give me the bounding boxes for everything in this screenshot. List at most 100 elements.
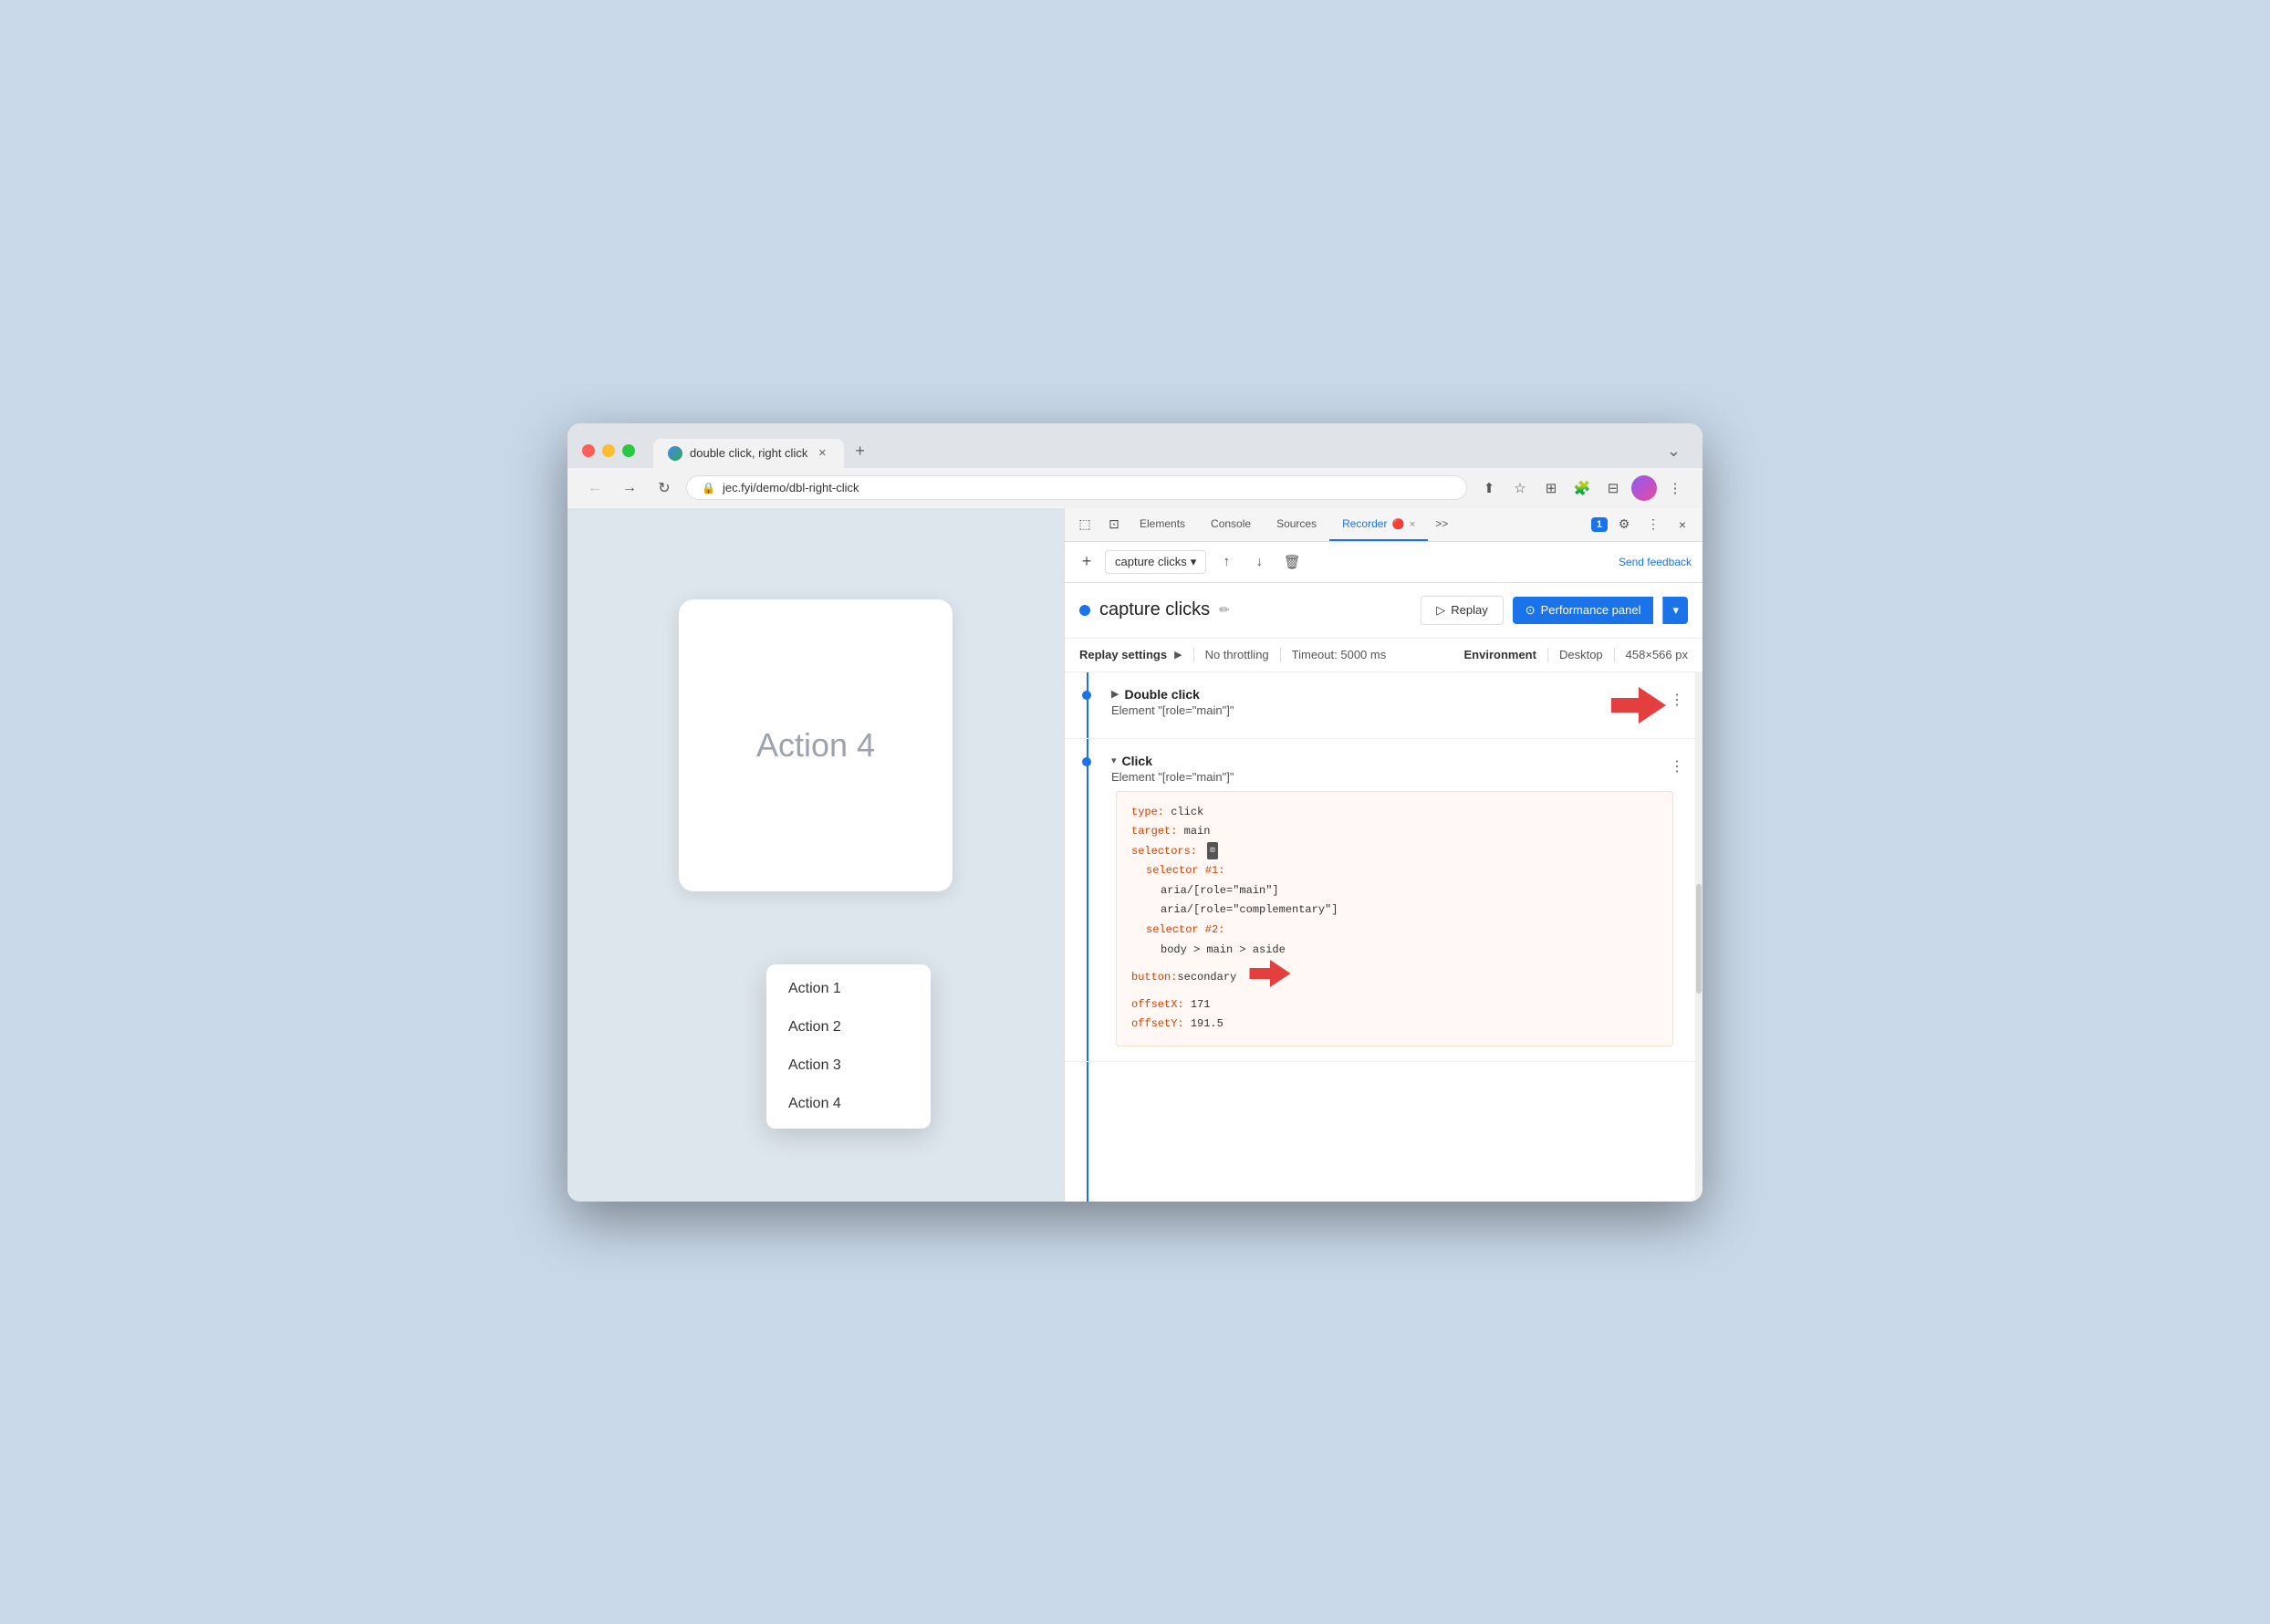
maximize-traffic-light[interactable] (622, 444, 635, 457)
tab-chevron[interactable]: ⌄ (1660, 434, 1688, 468)
devtools-more-icon[interactable]: ⋮ (1640, 512, 1666, 537)
edit-title-icon[interactable]: ✏ (1219, 602, 1230, 618)
main-content: Action 4 Action 1 Action 2 Action 3 Acti… (568, 508, 1702, 1202)
user-avatar[interactable] (1631, 475, 1657, 501)
replay-settings-label: Replay settings (1079, 648, 1167, 661)
code-line-offsety: offsetY: 191.5 (1131, 1015, 1658, 1035)
add-recording-button[interactable]: + (1076, 551, 1098, 573)
event-expand-2[interactable]: ▾ (1111, 755, 1117, 766)
url-actions: ⬆ ☆ ⊞ 🧩 ⊟ ⋮ (1476, 475, 1688, 501)
button-key: button: (1131, 968, 1177, 988)
event-dot-1 (1082, 691, 1091, 700)
desktop-label: Desktop (1559, 648, 1603, 661)
context-menu-item-action4[interactable]: Action 4 (766, 1085, 931, 1123)
url-input[interactable]: 🔒 jec.fyi/demo/dbl-right-click (686, 475, 1467, 500)
devtools-top-icons: ⬚ ⊡ (1072, 512, 1127, 537)
env-divider2 (1614, 648, 1615, 662)
close-traffic-light[interactable] (582, 444, 595, 457)
code-line-offsetx: offsetX: 171 (1131, 995, 1658, 1015)
forward-button[interactable]: → (617, 475, 642, 501)
lock-icon: 🔒 (702, 482, 715, 494)
recording-select[interactable]: capture clicks ▾ (1105, 550, 1206, 574)
replay-button[interactable]: ▷ ▷ Replay Replay (1421, 596, 1503, 625)
console-badge: 1 (1591, 517, 1608, 532)
inspect-element-icon[interactable]: ⬚ (1072, 512, 1098, 537)
gear-icon[interactable]: ⚙ (1611, 512, 1637, 537)
send-feedback-link[interactable]: Send feedback (1619, 556, 1692, 568)
code-line-selectors: selectors: ⊡ (1131, 842, 1658, 862)
context-menu: Action 1 Action 2 Action 3 Action 4 (766, 964, 931, 1129)
event-content-1: ▶ Double click Element "[role="main"]" (1104, 687, 1604, 717)
context-menu-item-action2[interactable]: Action 2 (766, 1008, 931, 1046)
performance-panel-dropdown[interactable]: ▾ (1662, 597, 1688, 624)
extension-icon[interactable]: ⊞ (1538, 475, 1564, 501)
code-line-selector1-label: selector #1: (1131, 861, 1658, 881)
code-line-selector1-val2: aria/[role="complementary"] (1131, 900, 1658, 921)
title-bar: double click, right click ✕ + ⌄ (568, 423, 1702, 468)
event-dot-2 (1082, 757, 1091, 766)
event-type-2: Click (1122, 754, 1152, 768)
scrollbar-thumb[interactable] (1696, 884, 1702, 994)
new-tab-button[interactable]: + (844, 434, 876, 468)
tab-console[interactable]: Console (1198, 508, 1264, 541)
selector-icon: ⊡ (1207, 842, 1217, 859)
code-line-selector2-val: body > main > aside (1131, 941, 1658, 961)
settings-expand-icon[interactable]: ▶ (1174, 649, 1182, 661)
context-menu-item-action1[interactable]: Action 1 (766, 970, 931, 1008)
import-button[interactable]: ↓ (1246, 549, 1272, 575)
more-tabs-button[interactable]: >> (1428, 508, 1455, 541)
recording-select-label: capture clicks (1115, 555, 1187, 568)
device-mode-icon[interactable]: ⊡ (1101, 512, 1127, 537)
code-line-selector2-label: selector #2: (1131, 921, 1658, 941)
event-expand-1[interactable]: ▶ (1111, 688, 1119, 700)
delete-button[interactable]: 🗑 (1279, 549, 1305, 575)
tab-recorder[interactable]: Recorder 🔴 × (1329, 508, 1428, 541)
target-val: main (1184, 825, 1211, 838)
event-target-2: Element "[role="main"]" (1111, 770, 1666, 784)
tab-title: double click, right click (690, 446, 807, 460)
browser-tab[interactable]: double click, right click ✕ (653, 439, 844, 468)
sidebar-icon[interactable]: ⊟ (1600, 475, 1626, 501)
code-line-target: target: main (1131, 822, 1658, 842)
env-divider (1547, 648, 1548, 662)
recorder-header: capture clicks ✏ ▷ ▷ Replay Replay ⊙ ⊙ P… (1065, 583, 1702, 639)
type-val: click (1171, 806, 1203, 818)
event-target-1: Element "[role="main"]" (1111, 703, 1604, 717)
settings-right: Environment Desktop 458×566 px (1464, 648, 1689, 662)
event-click: ▾ Click Element "[role="main"]" ⋮ type: (1065, 739, 1702, 1063)
recorder-title: capture clicks (1099, 599, 1210, 620)
resolution-label: 458×566 px (1626, 648, 1688, 661)
events-container: ▶ Double click Element "[role="main"]" ⋮ (1065, 672, 1702, 1202)
offsety-val: 191.5 (1191, 1017, 1224, 1030)
share-icon[interactable]: ⬆ (1476, 475, 1502, 501)
scrollbar-track[interactable] (1695, 672, 1702, 1202)
event-header-1: ▶ Double click (1111, 687, 1604, 702)
devtools-tab-actions: 1 ⚙ ⋮ × (1591, 512, 1695, 537)
devtools-close-icon[interactable]: × (1670, 512, 1695, 537)
event-more-button-2[interactable]: ⋮ (1666, 754, 1688, 779)
minimize-traffic-light[interactable] (602, 444, 615, 457)
performance-panel-button[interactable]: ⊙ ⊙ Performance panel Performance panel (1513, 597, 1654, 624)
back-button[interactable]: ← (582, 475, 608, 501)
refresh-button[interactable]: ↻ (651, 475, 677, 501)
event-more-button-1[interactable]: ⋮ (1666, 687, 1688, 713)
tab-elements[interactable]: Elements (1127, 508, 1198, 541)
code-line-selector1-val1: aria/[role="main"] (1131, 881, 1658, 901)
selectors-key: selectors: (1131, 845, 1197, 858)
tab-sources[interactable]: Sources (1264, 508, 1329, 541)
type-key: type: (1131, 806, 1164, 818)
selector1-val1: aria/[role="main"] (1161, 884, 1279, 897)
settings-divider2 (1280, 648, 1281, 662)
red-arrow-2 (1247, 960, 1293, 995)
puzzle-icon[interactable]: 🧩 (1569, 475, 1595, 501)
throttling-value: No throttling (1205, 648, 1269, 661)
export-button[interactable]: ↑ (1213, 549, 1239, 575)
traffic-lights (582, 444, 635, 457)
tab-close-button[interactable]: ✕ (815, 446, 829, 461)
more-options-icon[interactable]: ⋮ (1662, 475, 1688, 501)
event-double-click: ▶ Double click Element "[role="main"]" ⋮ (1065, 672, 1702, 739)
bookmark-icon[interactable]: ☆ (1507, 475, 1533, 501)
replay-icon: ▷ (1436, 603, 1445, 618)
context-menu-item-action3[interactable]: Action 3 (766, 1046, 931, 1085)
offsety-key: offsetY: (1131, 1017, 1184, 1030)
